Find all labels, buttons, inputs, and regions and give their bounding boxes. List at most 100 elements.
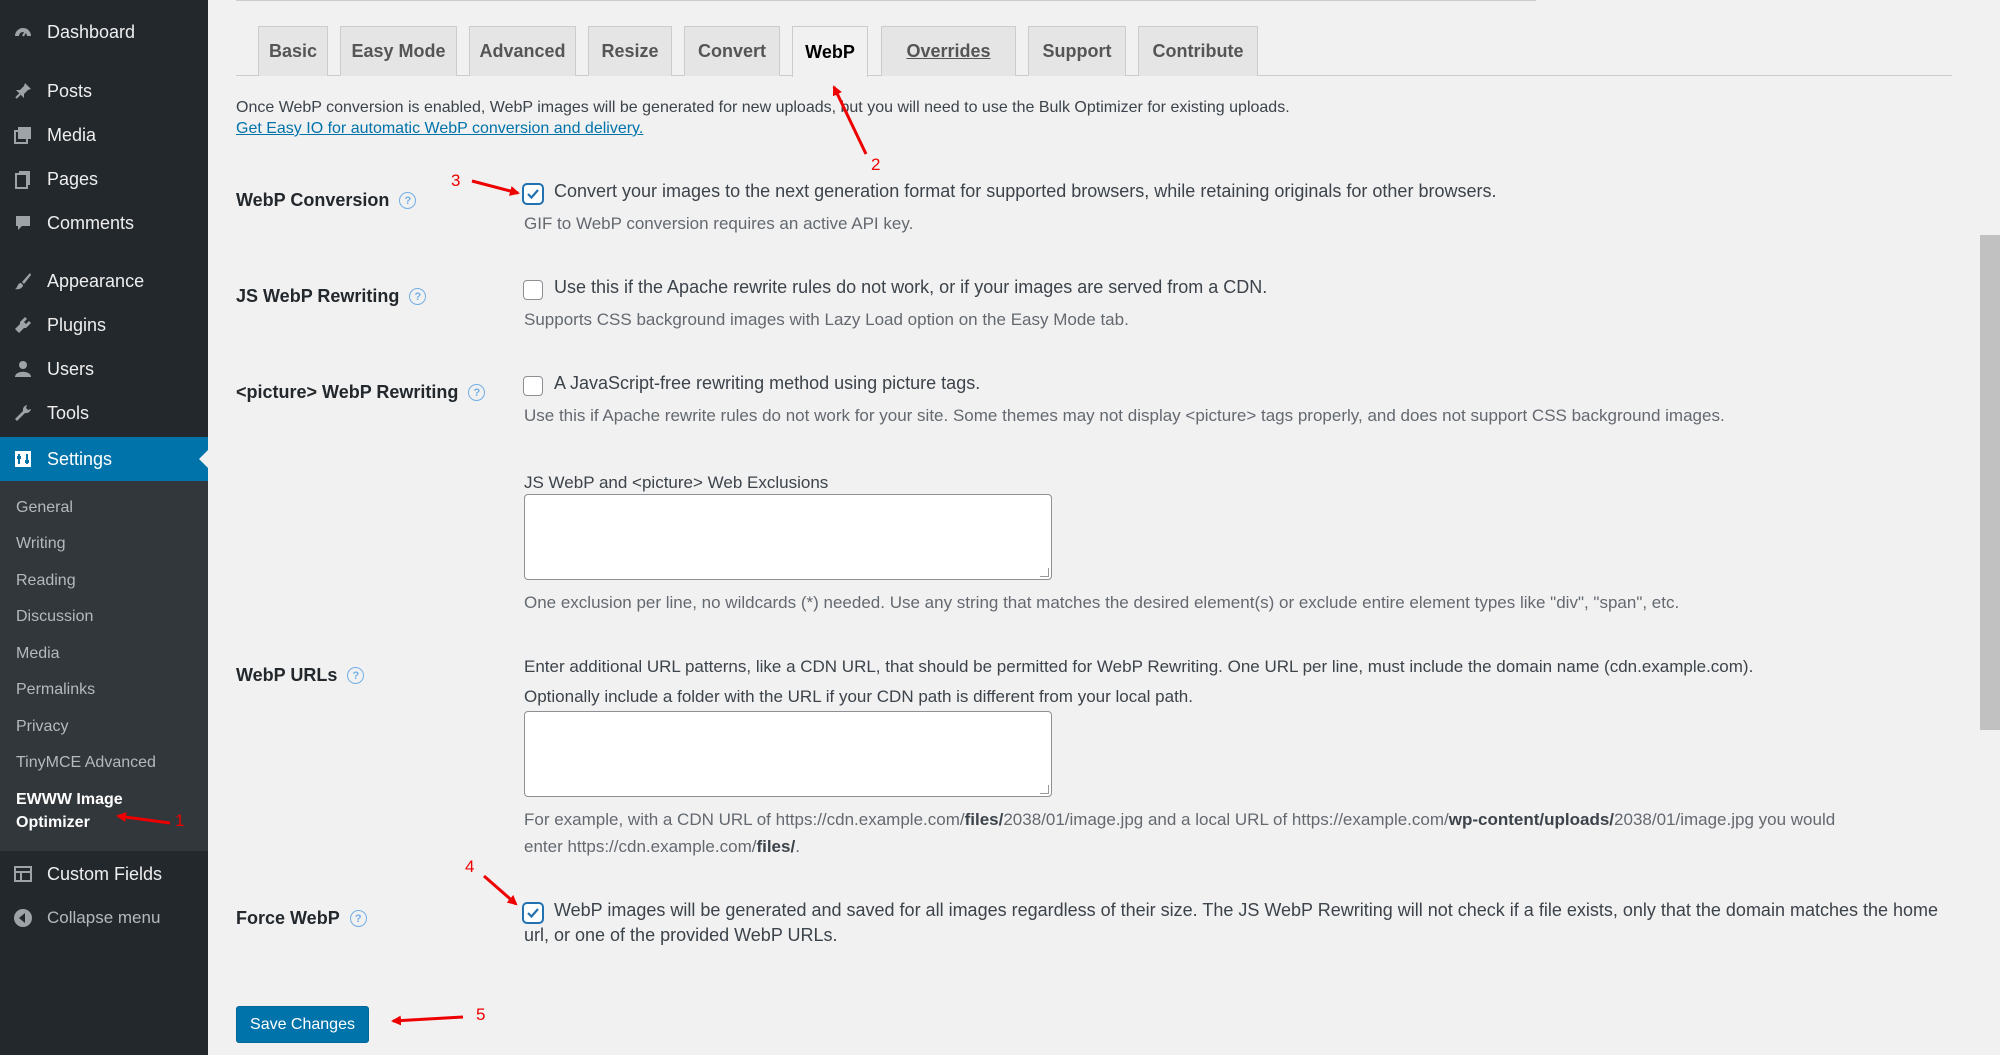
js-rewriting-row: JS WebP Rewriting ? [236,286,427,307]
settings-submenu: General Writing Reading Discussion Media… [0,481,208,851]
submenu-item-ewww[interactable]: EWWW Image Optimizer [16,788,123,834]
tab-resize[interactable]: Resize [588,26,672,76]
tab-convert[interactable]: Convert [684,26,780,76]
js-rewriting-label: JS WebP Rewriting [236,286,400,306]
scrollbar-thumb[interactable] [1980,235,2000,730]
example-text: 2038/01/image.jpg you would [1614,810,1836,829]
sidebar-label: Pages [47,168,99,189]
sidebar-label: Appearance [47,270,145,291]
submenu-item-discussion[interactable]: Discussion [16,607,93,627]
webp-urls-example-line2: enter https://cdn.example.com/files/. [524,837,800,857]
tab-advanced[interactable]: Advanced [469,26,576,76]
annotation-2: 2 [871,155,881,174]
sidebar-label: Users [47,358,95,379]
checkmark-icon [527,189,539,200]
divider [236,0,1536,1]
tab-overrides[interactable]: Overrides [881,26,1016,76]
submenu-ewww-line1: EWWW Image [16,791,123,808]
example-text: 2038/01/image.jpg and a local URL of htt… [1003,810,1449,829]
easy-io-link[interactable]: Get Easy IO for automatic WebP conversio… [236,120,643,138]
tab-easy-mode[interactable]: Easy Mode [340,26,457,76]
sidebar-label: Posts [47,80,93,101]
example-bold: files/ [964,810,1004,829]
table-icon [11,862,35,886]
plugin-icon [11,313,35,337]
submenu-item-media[interactable]: Media [16,644,60,664]
sidebar-label: Custom Fields [47,863,163,884]
annotation-5: 5 [476,1005,486,1024]
js-rewriting-text: Use this if the Apache rewrite rules do … [554,277,1268,297]
collapse-menu-button[interactable]: Collapse menu [0,898,208,938]
user-icon [11,357,35,381]
force-webp-label: Force WebP [236,908,340,928]
webp-urls-text1: Enter additional URL patterns, like a CD… [524,657,1754,676]
pin-icon [11,79,35,103]
js-rewriting-desc: Supports CSS background images with Lazy… [524,310,1129,329]
webp-conversion-text: Convert your images to the next generati… [554,181,1497,201]
sidebar-item-tools[interactable]: Tools [0,393,208,433]
annotation-3: 3 [451,171,461,190]
sidebar-label: Dashboard [47,21,136,42]
tab-webp[interactable]: WebP [792,26,868,77]
example-text: enter https://cdn.example.com/ [524,837,757,856]
exclusions-desc: One exclusion per line, no wildcards (*)… [524,593,1680,612]
webp-urls-example-line1: For example, with a CDN URL of https://c… [524,810,1835,830]
submenu-item-tinymce[interactable]: TinyMCE Advanced [16,753,156,773]
tab-support[interactable]: Support [1028,26,1126,76]
submenu-item-permalinks[interactable]: Permalinks [16,680,95,700]
save-changes-button[interactable]: Save Changes [236,1006,369,1043]
submenu-ewww-line2: Optimizer [16,814,90,831]
help-icon[interactable]: ? [347,667,365,684]
picture-rewriting-row: <picture> WebP Rewriting ? [236,382,486,403]
sidebar-item-media[interactable]: Media [0,115,208,155]
help-icon[interactable]: ? [468,384,486,401]
force-webp-text2: url, or one of the provided WebP URLs. [524,925,838,945]
picture-rewriting-text: A JavaScript-free rewriting method using… [554,373,981,393]
sidebar-label: Plugins [47,314,107,335]
settings-tabs: Basic Easy Mode Advanced Resize Convert … [236,26,1952,77]
dashboard-icon [11,20,35,44]
webp-urls-textarea[interactable] [524,711,1052,797]
example-text: . [795,837,800,856]
help-icon[interactable]: ? [399,192,417,209]
sidebar-item-appearance[interactable]: Appearance [0,261,208,301]
submenu-item-writing[interactable]: Writing [16,534,66,554]
submenu-item-reading[interactable]: Reading [16,571,76,591]
sidebar-item-comments[interactable]: Comments [0,203,208,243]
brush-icon [11,269,35,293]
picture-rewriting-label: <picture> WebP Rewriting [236,382,459,402]
webp-urls-text2: Optionally include a folder with the URL… [524,687,1193,706]
webp-conversion-label: WebP Conversion [236,190,390,210]
webp-conversion-checkbox[interactable] [523,184,543,204]
settings-icon [11,447,35,471]
sidebar-item-posts[interactable]: Posts [0,71,208,111]
media-icon [11,123,35,147]
picture-rewriting-checkbox[interactable] [523,376,543,396]
sidebar-item-pages[interactable]: Pages [0,159,208,199]
sidebar-item-custom-fields[interactable]: Custom Fields [0,854,208,894]
sidebar-item-users[interactable]: Users [0,349,208,389]
sidebar-label: Collapse menu [47,908,161,927]
force-webp-checkbox[interactable] [523,903,543,923]
help-icon[interactable]: ? [409,288,427,305]
help-icon[interactable]: ? [349,910,367,927]
submenu-item-privacy[interactable]: Privacy [16,717,68,737]
comment-icon [11,211,35,235]
main-content: Basic Easy Mode Advanced Resize Convert … [208,0,1988,1055]
webp-urls-row: WebP URLs ? [236,665,365,686]
admin-sidebar: Dashboard Posts Media Pages Comments App… [0,0,208,1055]
exclusions-textarea[interactable] [524,494,1052,580]
force-webp-text1: WebP images will be generated and saved … [554,900,1939,920]
intro-text: Once WebP conversion is enabled, WebP im… [236,99,1290,116]
tab-contribute[interactable]: Contribute [1138,26,1258,76]
js-rewriting-checkbox[interactable] [523,280,543,300]
sidebar-item-dashboard[interactable]: Dashboard [0,12,208,52]
example-bold: files/ [756,837,796,856]
tab-basic[interactable]: Basic [258,26,328,76]
sidebar-item-plugins[interactable]: Plugins [0,305,208,345]
sidebar-label: Settings [47,448,113,469]
example-text: For example, with a CDN URL of https://c… [524,810,965,829]
sidebar-item-settings[interactable]: Settings [0,437,208,481]
sidebar-label: Media [47,124,97,145]
submenu-item-general[interactable]: General [16,498,73,518]
